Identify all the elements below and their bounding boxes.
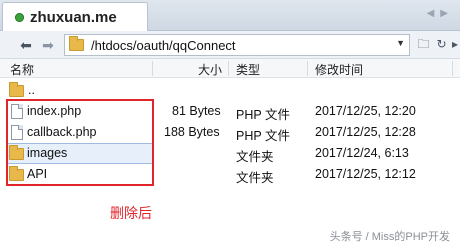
tab-title: zhuxuan.me: [30, 9, 117, 26]
column-header: 名称 大小 类型 修改时间: [0, 59, 460, 78]
watermark: 头条号 / Miss的PHP开发: [329, 231, 450, 243]
folder-up-icon: [9, 82, 24, 97]
column-size[interactable]: 大小: [198, 61, 222, 78]
path-input[interactable]: /htdocs/oauth/qqConnect ▼: [64, 34, 410, 56]
row-type: 文件夹: [236, 171, 274, 185]
chevron-down-icon[interactable]: ▼: [396, 38, 405, 48]
path-text: /htdocs/oauth/qqConnect: [91, 38, 236, 53]
row-type: PHP 文件: [236, 129, 290, 143]
row-modified: 2017/12/25, 12:12: [315, 167, 416, 181]
row-size: 188 Bytes: [164, 125, 220, 139]
refresh-icon[interactable]: ↻: [434, 37, 449, 52]
column-divider[interactable]: [152, 61, 153, 76]
row-modified: 2017/12/24, 6:13: [315, 146, 409, 160]
column-divider[interactable]: [307, 61, 308, 76]
tab-scroll-arrows-icon[interactable]: ◀▶: [427, 8, 454, 19]
column-divider[interactable]: [452, 61, 453, 76]
row-type: PHP 文件: [236, 108, 290, 122]
address-toolbar: ⬅ ➡ /htdocs/oauth/qqConnect ▼ 🗀 ↻ ▸: [0, 31, 460, 59]
column-type[interactable]: 类型: [236, 61, 260, 78]
arrow-right-icon[interactable]: ➡: [38, 36, 58, 54]
column-modified[interactable]: 修改时间: [315, 61, 363, 78]
row-name: ..: [28, 83, 35, 97]
row-modified: 2017/12/25, 12:28: [315, 125, 416, 139]
tab-bar: zhuxuan.me ◀▶: [0, 0, 460, 32]
annotation-highlight-box: [6, 99, 154, 186]
row-type: 文件夹: [236, 150, 274, 164]
folder-icon: [69, 36, 84, 51]
more-icon[interactable]: ▸: [450, 37, 460, 52]
row-size: 81 Bytes: [172, 104, 221, 118]
annotation-label: 删除后: [110, 205, 152, 221]
tab-zhuxuan[interactable]: zhuxuan.me: [2, 2, 148, 32]
column-name[interactable]: 名称: [10, 61, 34, 78]
connection-status-icon: [15, 13, 24, 22]
column-divider[interactable]: [228, 61, 229, 76]
open-folder-icon[interactable]: 🗀: [416, 37, 431, 52]
arrow-left-icon[interactable]: ⬅: [16, 36, 36, 54]
row-modified: 2017/12/25, 12:20: [315, 104, 416, 118]
list-item-parent[interactable]: ..: [0, 80, 460, 101]
